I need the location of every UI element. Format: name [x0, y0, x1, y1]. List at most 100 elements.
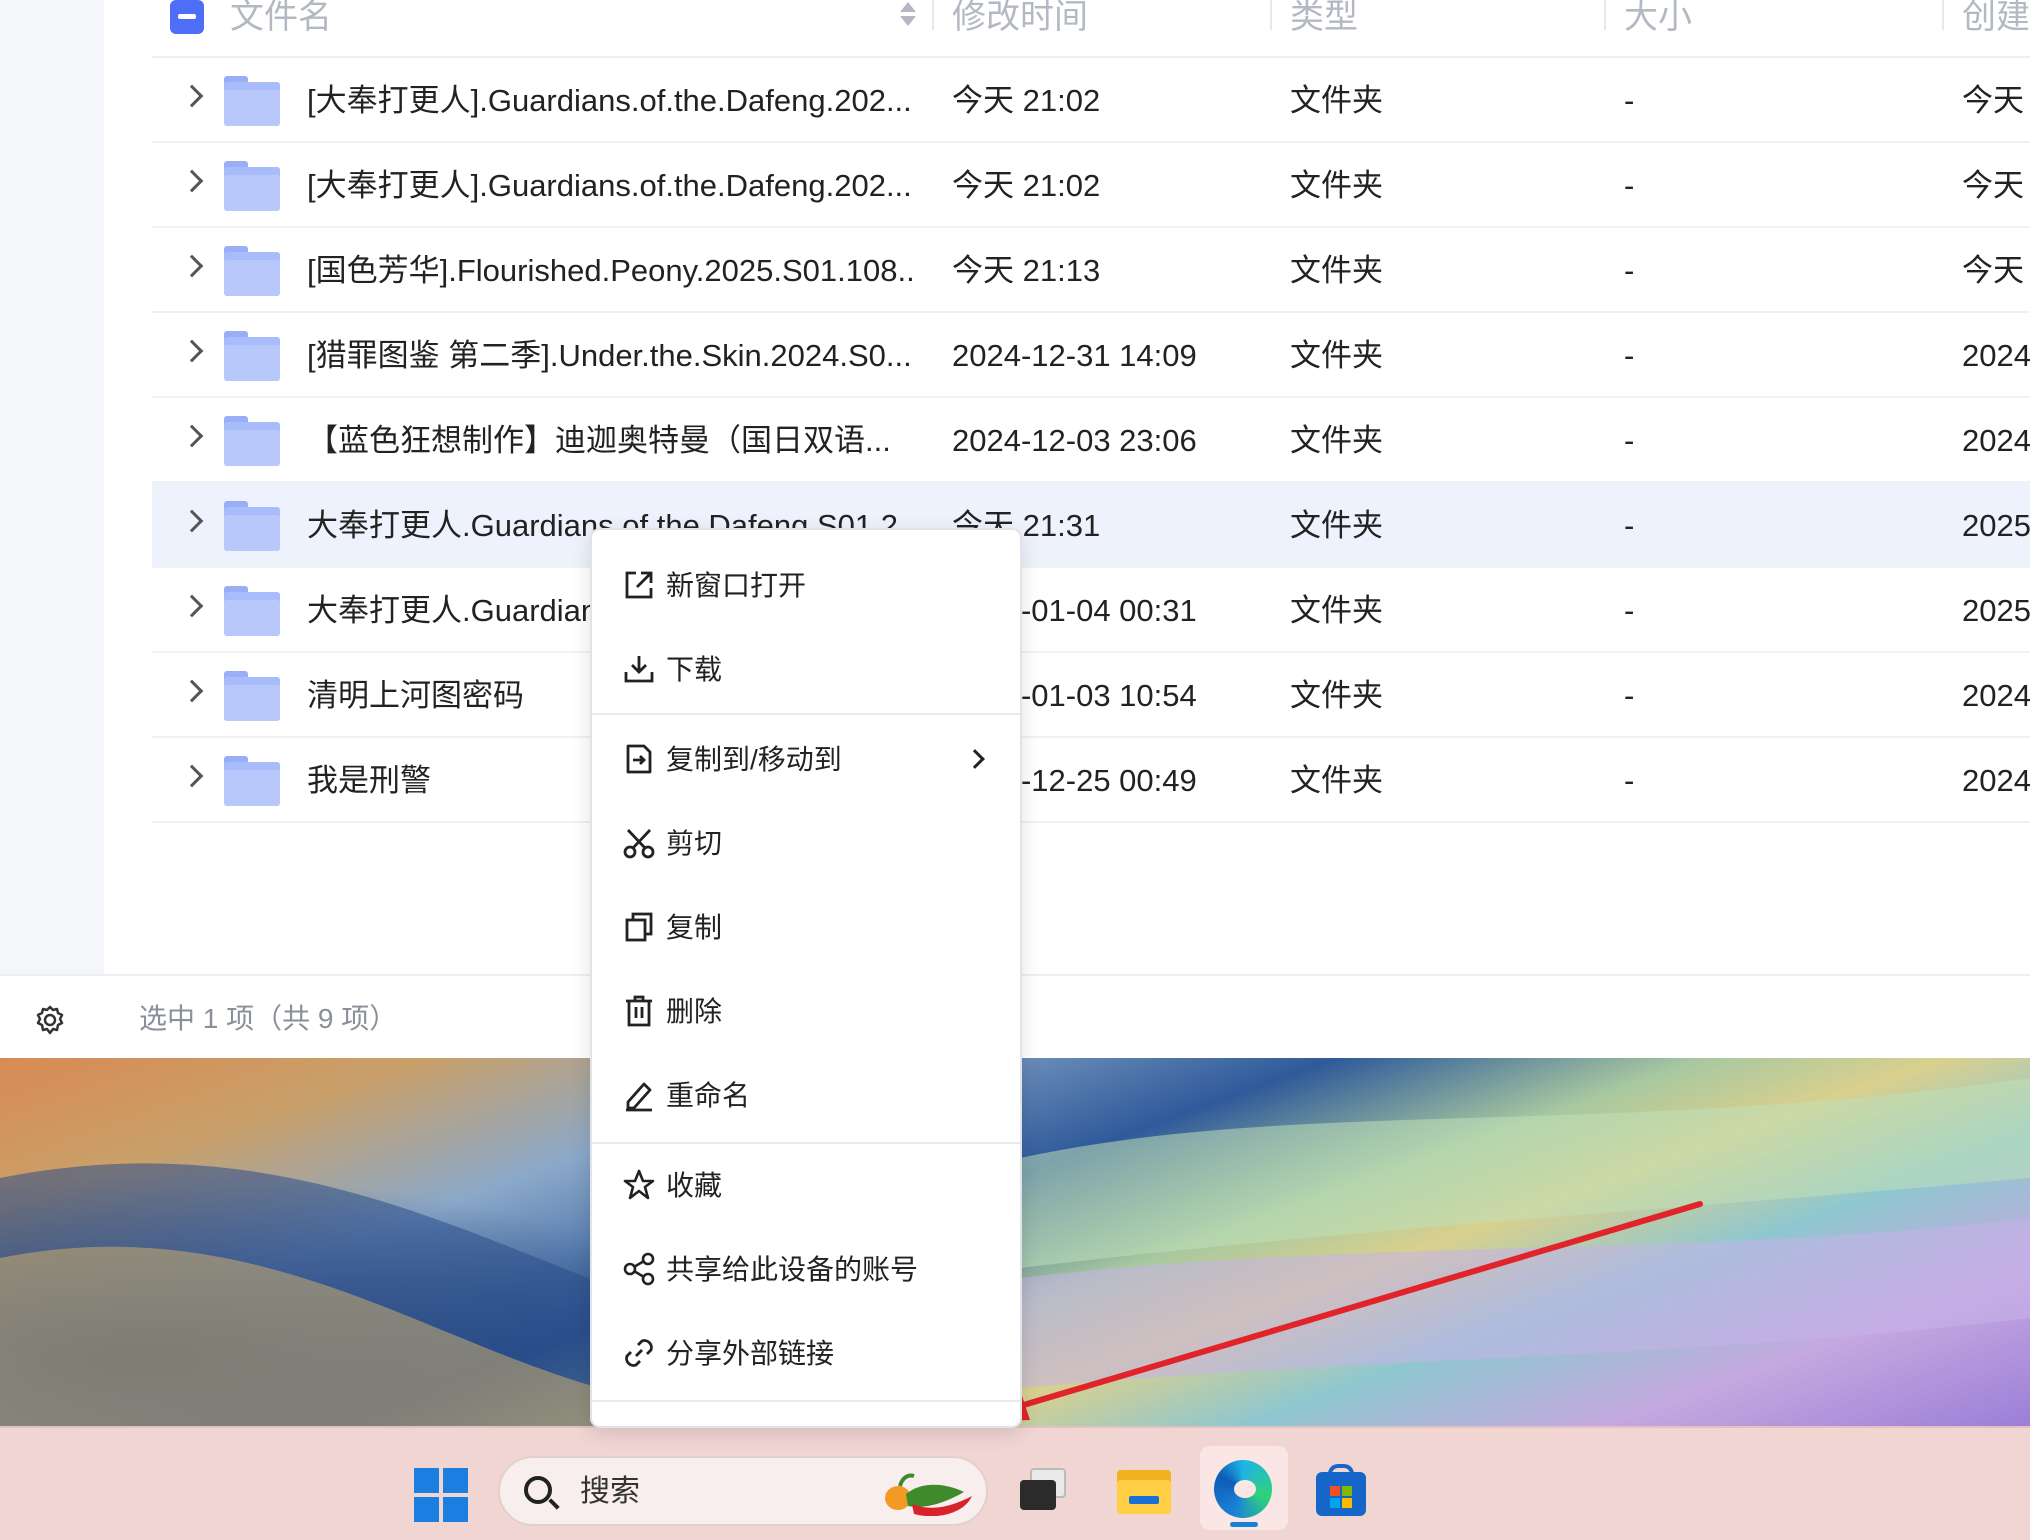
file-name[interactable]: 【蓝色狂想制作】迪迦奥特曼（国日双语...: [307, 398, 917, 483]
expand-chevron-icon[interactable]: [180, 764, 204, 788]
open-external-icon: [625, 571, 653, 599]
expand-chevron-icon[interactable]: [180, 84, 204, 108]
expand-chevron-icon[interactable]: [180, 509, 204, 533]
file-size: -: [1624, 763, 1635, 798]
menu-item-share-external-link[interactable]: 分享外部链接: [592, 1312, 1020, 1396]
pencil-icon: [626, 1082, 652, 1112]
taskbar-search-box[interactable]: 搜索: [498, 1456, 988, 1526]
file-table: 文件名 修改时间 类型 大小 创建 [大奉打更人].Guardians.of.t…: [104, 0, 2030, 974]
header-modified[interactable]: 修改时间: [952, 0, 1088, 36]
menu-item-download[interactable]: 下载: [592, 628, 1020, 712]
table-header: 文件名 修改时间 类型 大小 创建: [152, 0, 2030, 58]
left-sidebar: [0, 0, 104, 974]
file-type: 文件夹: [1290, 508, 1383, 543]
file-size: -: [1624, 83, 1635, 118]
header-created[interactable]: 创建: [1962, 0, 2030, 36]
windows-start-icon[interactable]: [414, 1468, 468, 1522]
file-type: 文件夹: [1290, 423, 1383, 458]
created-time: 2024: [1962, 763, 2030, 798]
file-explorer-icon[interactable]: [1115, 1462, 1173, 1520]
column-divider[interactable]: [932, 0, 934, 30]
link-icon: [625, 1339, 653, 1367]
menu-item-open-new-window[interactable]: 新窗口打开: [592, 544, 1020, 628]
modified-time: 今天 21:13: [952, 253, 1101, 288]
file-size: -: [1624, 338, 1635, 373]
created-time: 2025: [1962, 593, 2030, 628]
menu-item-label: 删除: [666, 996, 723, 1027]
menu-item-label: 收藏: [666, 1170, 723, 1201]
menu-item-delete[interactable]: 删除: [592, 970, 1020, 1054]
table-row[interactable]: [大奉打更人].Guardians.of.the.Dafeng.202... 今…: [152, 143, 2030, 228]
menu-item-copy-move[interactable]: 复制到/移动到: [592, 718, 1020, 802]
selection-status: 选中 1 项（共 9 项）: [139, 1003, 398, 1034]
expand-chevron-icon[interactable]: [180, 339, 204, 363]
expand-chevron-icon[interactable]: [180, 424, 204, 448]
folder-icon: [224, 671, 280, 721]
expand-chevron-icon[interactable]: [180, 254, 204, 278]
menu-item-copy[interactable]: 复制: [592, 886, 1020, 970]
table-row[interactable]: [大奉打更人].Guardians.of.the.Dafeng.202... 今…: [152, 58, 2030, 143]
table-row-selected[interactable]: 大奉打更人.Guardians.of.the.Dafeng.S01.2... 今…: [152, 483, 2030, 568]
expand-chevron-icon[interactable]: [180, 594, 204, 618]
folder-icon: [224, 246, 280, 296]
file-type: 文件夹: [1290, 253, 1383, 288]
file-name[interactable]: [猎罪图鉴 第二季].Under.the.Skin.2024.S0...: [307, 313, 917, 398]
chili-pepper-icon: [885, 1473, 972, 1516]
file-type: 文件夹: [1290, 593, 1383, 628]
table-row[interactable]: 大奉打更人.Guardians.of.the.Dafeng.S01 2025-0…: [152, 568, 2030, 653]
folder-icon: [224, 416, 280, 466]
menu-item-cut[interactable]: 剪切: [592, 802, 1020, 886]
column-divider[interactable]: [1604, 0, 1606, 30]
table-row[interactable]: 【蓝色狂想制作】迪迦奥特曼（国日双语... 2024-12-03 23:06 文…: [152, 398, 2030, 483]
created-time: 2025: [1962, 508, 2030, 543]
edge-browser-icon[interactable]: [1200, 1446, 1288, 1530]
menu-item-label: 新窗口打开: [666, 570, 807, 601]
header-size[interactable]: 大小: [1624, 0, 1692, 36]
modified-time: 今天 21:02: [952, 83, 1101, 118]
folder-icon: [224, 331, 280, 381]
submenu-chevron-icon: [965, 749, 985, 769]
file-name[interactable]: [大奉打更人].Guardians.of.the.Dafeng.202...: [307, 58, 917, 143]
created-time: 2024: [1962, 338, 2030, 373]
menu-item-rename[interactable]: 重命名: [592, 1054, 1020, 1138]
column-divider[interactable]: [1270, 0, 1272, 30]
created-time: 今天: [1962, 253, 2024, 288]
menu-divider: [592, 713, 1020, 715]
table-row[interactable]: 我是刑警 2024-12-25 00:49 文件夹 - 2024: [152, 738, 2030, 823]
menu-item-favorite[interactable]: 收藏: [592, 1144, 1020, 1228]
header-name[interactable]: 文件名: [230, 0, 332, 36]
download-icon: [624, 656, 654, 683]
file-size: -: [1624, 508, 1635, 543]
settings-gear-icon[interactable]: [34, 1004, 66, 1036]
created-time: 2024: [1962, 678, 2030, 713]
table-row[interactable]: [国色芳华].Flourished.Peony.2025.S01.108... …: [152, 228, 2030, 313]
trash-icon: [626, 995, 652, 1027]
menu-divider: [592, 1400, 1020, 1402]
select-all-checkbox[interactable]: [170, 0, 204, 34]
file-size: -: [1624, 168, 1635, 203]
file-name[interactable]: [国色芳华].Flourished.Peony.2025.S01.108...: [307, 228, 917, 313]
task-view-icon[interactable]: [1016, 1462, 1074, 1520]
header-type[interactable]: 类型: [1290, 0, 1358, 36]
folder-icon: [224, 76, 280, 126]
scissors-icon: [623, 829, 655, 859]
expand-chevron-icon[interactable]: [180, 679, 204, 703]
share-nodes-icon: [623, 1252, 655, 1286]
file-type: 文件夹: [1290, 83, 1383, 118]
table-row[interactable]: 清明上河图密码 2025-01-03 10:54 文件夹 - 2024: [152, 653, 2030, 738]
windows-taskbar: 搜索: [0, 1426, 2030, 1540]
table-row[interactable]: [猎罪图鉴 第二季].Under.the.Skin.2024.S0... 202…: [152, 313, 2030, 398]
modified-time: 今天 21:02: [952, 168, 1101, 203]
file-name[interactable]: [大奉打更人].Guardians.of.the.Dafeng.202...: [307, 143, 917, 228]
menu-item-share-device-account[interactable]: 共享给此设备的账号: [592, 1228, 1020, 1312]
file-size: -: [1624, 423, 1635, 458]
folder-icon: [224, 756, 280, 806]
created-time: 今天: [1962, 83, 2024, 118]
sort-icon[interactable]: [898, 0, 918, 30]
menu-item-label: 剪切: [666, 828, 723, 859]
column-divider[interactable]: [1942, 0, 1944, 30]
menu-item-label: 共享给此设备的账号: [666, 1254, 919, 1285]
file-type: 文件夹: [1290, 338, 1383, 373]
microsoft-store-icon[interactable]: [1312, 1462, 1370, 1520]
expand-chevron-icon[interactable]: [180, 169, 204, 193]
